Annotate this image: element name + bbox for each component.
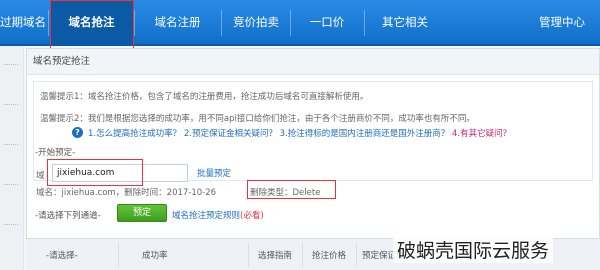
table-header-guide: 选择指南 [258, 251, 293, 261]
faq-link-other[interactable]: 4.有其它疑问？ [452, 129, 511, 139]
faq-links: 1.怎么提高抢注成功率？ 2.预定保证金相关疑问？ 3.抢注得标的是国内注册商还… [88, 127, 511, 139]
faq-link-deposit[interactable]: 2.预定保证金相关疑问？ [184, 129, 277, 139]
faq-link-registrar[interactable]: 3.抢注得标的是国内注册商还是国外注册商？ [280, 129, 450, 139]
divider [4, 224, 18, 225]
divider [118, 243, 119, 267]
nav-item-management-center[interactable]: 管理中心 [524, 0, 600, 46]
highlight-box-nav [50, 0, 134, 49]
channel-section-title: -请选择下列通道- [35, 211, 101, 221]
rules-link-wrap: 域名抢注预定规则(必看) [172, 209, 264, 221]
tip-line-2: 温馨提示2：我们是根据您选择的成功率，用不同api接口给你们抢注，由于各个注册商… [40, 114, 475, 124]
divider [4, 104, 18, 105]
table-header-price: 抢注价格 [312, 251, 347, 261]
rules-link[interactable]: 域名抢注预定规则 [172, 211, 240, 221]
rules-required-note: (必看) [240, 211, 264, 221]
nav-item-expired-domains[interactable]: 过期域名 [0, 0, 48, 46]
left-sidebar-strip [0, 46, 24, 270]
highlight-box-delete-type [247, 180, 336, 199]
divider [4, 144, 18, 145]
domain-info: 域名：jixiehua.com，删除时间：2017-10-26 [36, 188, 217, 198]
table-header-select[interactable]: -请选择- [46, 249, 78, 261]
nav-separator [48, 10, 49, 36]
reserve-button[interactable]: 预定 [117, 204, 167, 222]
batch-reserve-link[interactable]: 批量预定 [197, 167, 231, 179]
divider [302, 243, 303, 267]
start-section-title: -开始预定- [35, 148, 76, 158]
nav-item-auction[interactable]: 竞价拍卖 [222, 0, 290, 46]
nav-item-domain-registration[interactable]: 域名注册 [135, 0, 220, 46]
table-header-success-rate: 成功率 [142, 251, 168, 261]
nav-item-fixed-price[interactable]: 一口价 [291, 0, 363, 46]
nav-item-other[interactable]: 其它相关 [365, 0, 445, 46]
divider [4, 64, 18, 65]
panel-title: 域名预定抢注 [27, 49, 599, 75]
highlight-box-domain-input [47, 159, 143, 186]
faq-link-success-rate[interactable]: 1.怎么提高抢注成功率？ [88, 129, 181, 139]
divider [4, 184, 18, 185]
question-icon: ? [72, 127, 83, 138]
watermark: 破蜗壳国际云服务 [393, 236, 554, 263]
divider [356, 243, 357, 267]
tip-line-1: 温馨提示1：域名抢注价格，包含了域名的注册费用，抢注成功后域名可直接解析使用。 [40, 92, 369, 102]
divider [248, 243, 249, 267]
